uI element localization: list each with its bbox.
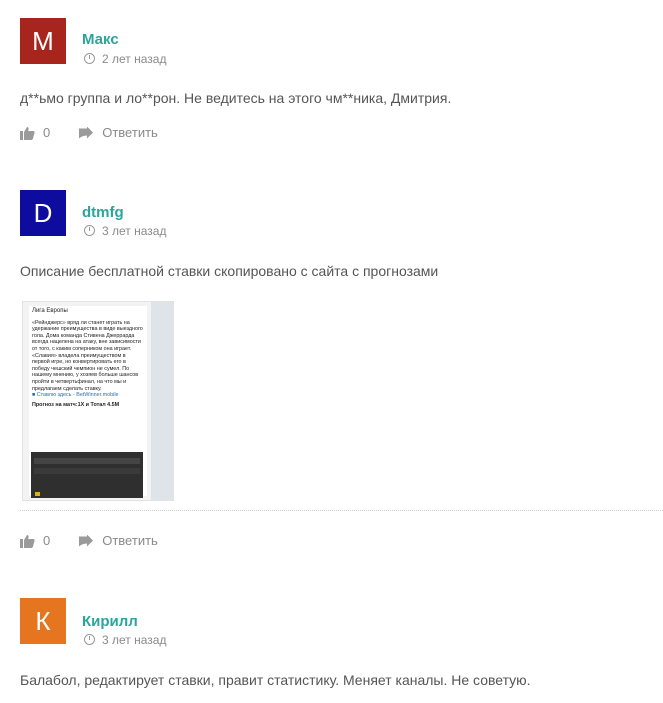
reply-arrow-icon[interactable] [78,126,94,139]
reply-button[interactable]: Ответить [102,125,158,140]
like-count: 0 [43,125,51,140]
comment-time: 3 лет назад [102,633,167,647]
comment-author[interactable]: dtmfg [82,204,124,221]
image-link: ■ Ставлю здесь - BetWinner.mobile [32,392,119,399]
yellow-badge [35,492,40,496]
attachment-image[interactable]: Лига Европы «Рейнджерс» вряд ли станет и… [22,301,174,501]
comment-meta: 2 лет назад [84,52,166,66]
avatar: D [20,190,66,236]
like-count: 0 [43,533,51,548]
comment-meta: 3 лет назад [84,633,166,647]
avatar: К [20,598,66,644]
image-body: «Рейнджерс» вряд ли станет играть на уде… [32,319,143,392]
image-sidebar [151,302,173,500]
clock-icon [84,225,95,236]
thumbs-up-icon[interactable] [20,534,35,548]
image-screenshot [31,452,143,498]
comment-author[interactable]: Макс [82,31,119,48]
clock-icon [84,634,95,645]
comment-text: д**ьмо группа и ло**рон. Не ведитесь на … [20,90,452,106]
comment-actions: 0 Ответить [20,125,158,140]
avatar: M [20,18,66,64]
comment-time: 2 лет назад [102,52,167,66]
image-forecast: Прогноз на матч:1Х и Тотал 4.5М [32,401,120,408]
comment-actions: 0 Ответить [20,533,158,548]
thumbs-up-icon[interactable] [20,126,35,140]
comment-text: Описание бесплатной ставки скопировано с… [20,263,439,279]
image-heading: Лига Европы [32,308,68,314]
separator [20,510,663,511]
reply-arrow-icon[interactable] [78,534,94,547]
clock-icon [84,53,95,64]
comment-meta: 3 лет назад [84,224,166,238]
comment-author[interactable]: Кирилл [82,613,138,630]
comment-time: 3 лет назад [102,224,167,238]
reply-button[interactable]: Ответить [102,533,158,548]
comment-text: Балабол, редактирует ставки, правит стат… [20,672,531,688]
